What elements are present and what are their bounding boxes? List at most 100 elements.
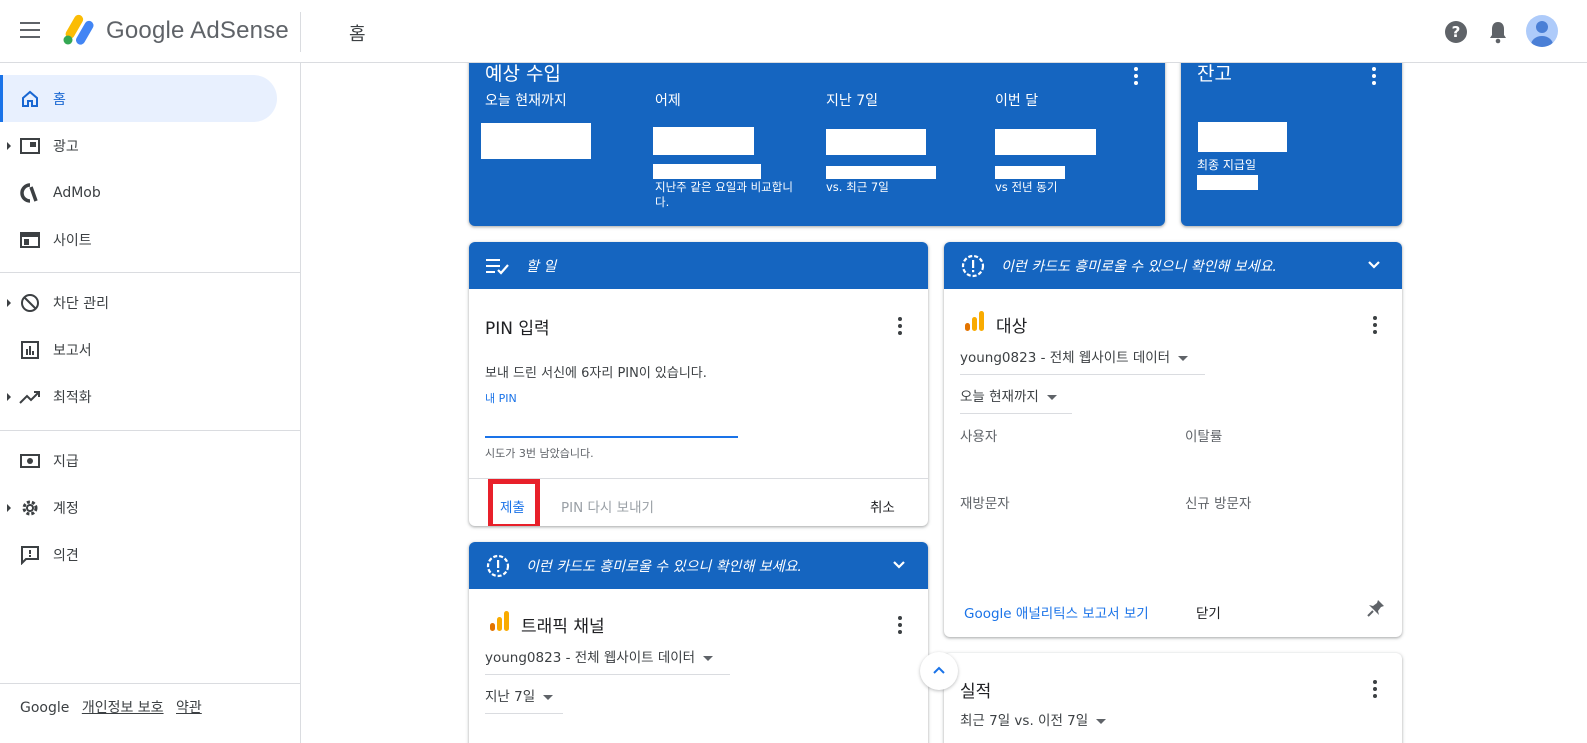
task-list-icon	[486, 259, 509, 275]
terms-link[interactable]: 약관	[176, 700, 202, 716]
sidebar-item-account[interactable]: 계정	[0, 484, 277, 531]
todo-header-title: 할 일	[526, 259, 557, 275]
property-select[interactable]: young0823 - 전체 웹사이트 데이터	[485, 646, 730, 675]
home-icon	[19, 88, 41, 110]
page-title: 홈	[349, 24, 366, 45]
date-range-select[interactable]: 지난 7일	[485, 685, 563, 714]
todo-header: 할 일	[469, 242, 928, 289]
close-button[interactable]: 닫기	[1196, 602, 1221, 622]
submit-button[interactable]: 제출	[500, 496, 525, 516]
top-divider	[300, 12, 301, 52]
earnings-7days-compare: vs. 최근 7일	[826, 180, 889, 194]
chevron-down-icon[interactable]	[893, 559, 905, 571]
dropdown-arrow-icon	[1096, 718, 1107, 724]
more-options-icon[interactable]	[897, 616, 903, 636]
pin-card-title: PIN 입력	[485, 319, 550, 339]
card-title: 잔고	[1197, 63, 1232, 85]
more-options-icon[interactable]	[1371, 67, 1377, 87]
todo-card: 할 일 PIN 입력 보내 드린 서신에 6자리 PIN이 있습니다. 내 PI…	[469, 242, 928, 526]
audience-card-title: 대상	[996, 317, 1028, 337]
redacted-value	[481, 123, 591, 159]
metric-new-visitors: 신규 방문자	[1185, 496, 1252, 512]
sidebar: 홈 광고 AdMob 사이트 차단 관리 보고서 최적화 지급 계정 의견 Go…	[0, 63, 301, 743]
sidebar-item-admob[interactable]: AdMob	[0, 169, 277, 216]
earnings-yesterday-compare: 지난주 같은 요일과 비교합니다.	[655, 180, 793, 209]
dropdown-arrow-icon	[1046, 394, 1057, 400]
redacted-value	[1197, 175, 1258, 190]
analytics-report-link[interactable]: Google 애널리틱스 보고서 보기	[964, 602, 1149, 622]
adsense-logo-icon	[63, 14, 94, 45]
privacy-link[interactable]: 개인정보 보호	[82, 700, 164, 716]
account-avatar[interactable]	[1526, 15, 1558, 47]
more-options-icon[interactable]	[1133, 67, 1139, 87]
more-options-icon[interactable]	[1372, 680, 1378, 700]
earnings-month-label: 이번 달	[995, 93, 1039, 109]
sidebar-item-label: 홈	[53, 91, 66, 108]
google-footer-text: Google	[20, 700, 70, 716]
help-icon[interactable]: ?	[1445, 21, 1467, 43]
dropdown-arrow-icon	[703, 655, 714, 661]
sidebar-item-label: 사이트	[53, 232, 92, 249]
top-app-bar: Google AdSense 홈 ?	[0, 0, 1587, 63]
expand-caret-icon[interactable]	[7, 392, 11, 401]
sidebar-item-home[interactable]: 홈	[0, 75, 277, 122]
date-range-value: 오늘 현재까지	[960, 389, 1039, 405]
redacted-value	[1198, 122, 1287, 152]
sidebar-item-payments[interactable]: 지급	[0, 437, 277, 484]
sidebar-divider	[0, 272, 300, 273]
block-icon	[19, 292, 41, 314]
sidebar-footer: Google 개인정보 보호 약관	[20, 697, 202, 717]
earnings-7days-label: 지난 7일	[826, 93, 878, 109]
redacted-value	[995, 166, 1065, 179]
chevron-up-icon	[933, 666, 945, 674]
suggestion-header-text: 이런 카드도 흥미로울 수 있으니 확인해 보세요.	[1001, 259, 1277, 275]
redacted-value	[826, 129, 926, 155]
chevron-down-icon[interactable]	[1368, 259, 1380, 271]
ads-icon	[19, 135, 41, 157]
card-title: 예상 수입	[485, 63, 561, 85]
sidebar-item-sites[interactable]: 사이트	[0, 216, 277, 263]
resend-pin-button[interactable]: PIN 다시 보내기	[561, 496, 654, 516]
notifications-icon[interactable]	[1488, 20, 1508, 44]
expand-caret-icon[interactable]	[7, 298, 11, 307]
sidebar-item-label: 의견	[53, 547, 79, 564]
last-payment-label: 최종 지급일	[1197, 158, 1257, 172]
sidebar-item-label: 보고서	[53, 342, 92, 359]
sidebar-item-ads[interactable]: 광고	[0, 122, 277, 169]
sidebar-item-label: 최적화	[53, 389, 92, 406]
analytics-icon	[490, 611, 509, 631]
more-options-icon[interactable]	[1372, 316, 1378, 336]
comparison-range-select[interactable]: 최근 7일 vs. 이전 7일	[960, 709, 1107, 737]
optimize-icon	[19, 386, 41, 408]
sidebar-item-feedback[interactable]: 의견	[0, 531, 277, 578]
more-options-icon[interactable]	[897, 317, 903, 337]
sidebar-item-label: 차단 관리	[53, 295, 109, 312]
earnings-today-label: 오늘 현재까지	[485, 93, 567, 109]
sidebar-item-label: AdMob	[53, 184, 101, 201]
dropdown-arrow-icon	[1178, 355, 1189, 361]
main-content: 예상 수입 오늘 현재까지 어제 지난주 같은 요일과 비교합니다. 지난 7일…	[301, 63, 1587, 743]
redacted-value	[826, 166, 936, 179]
main-menu-icon[interactable]	[20, 22, 42, 40]
sidebar-item-blocking[interactable]: 차단 관리	[0, 279, 277, 326]
pin-input[interactable]	[485, 408, 738, 438]
balance-card: 잔고 최종 지급일	[1181, 63, 1402, 226]
sidebar-item-optimization[interactable]: 최적화	[0, 373, 277, 420]
settings-icon	[19, 497, 41, 519]
scroll-to-top-button[interactable]	[920, 652, 958, 690]
analytics-icon	[965, 311, 984, 331]
suggestion-header-text: 이런 카드도 흥미로울 수 있으니 확인해 보세요.	[526, 559, 802, 575]
pin-icon[interactable]	[1366, 598, 1386, 618]
property-select[interactable]: young0823 - 전체 웹사이트 데이터	[960, 346, 1205, 375]
sidebar-divider	[0, 430, 300, 431]
reports-icon	[19, 339, 41, 361]
feedback-icon	[19, 544, 41, 566]
suggestion-card-traffic: 이런 카드도 흥미로울 수 있으니 확인해 보세요. 트래픽 채널 young0…	[469, 542, 928, 743]
date-range-select[interactable]: 오늘 현재까지	[960, 385, 1072, 414]
cancel-button[interactable]: 취소	[870, 496, 895, 516]
expand-caret-icon[interactable]	[7, 141, 11, 150]
badge-alert-icon	[961, 254, 985, 278]
expand-caret-icon[interactable]	[7, 503, 11, 512]
sites-icon	[19, 229, 41, 251]
sidebar-item-reports[interactable]: 보고서	[0, 326, 277, 373]
